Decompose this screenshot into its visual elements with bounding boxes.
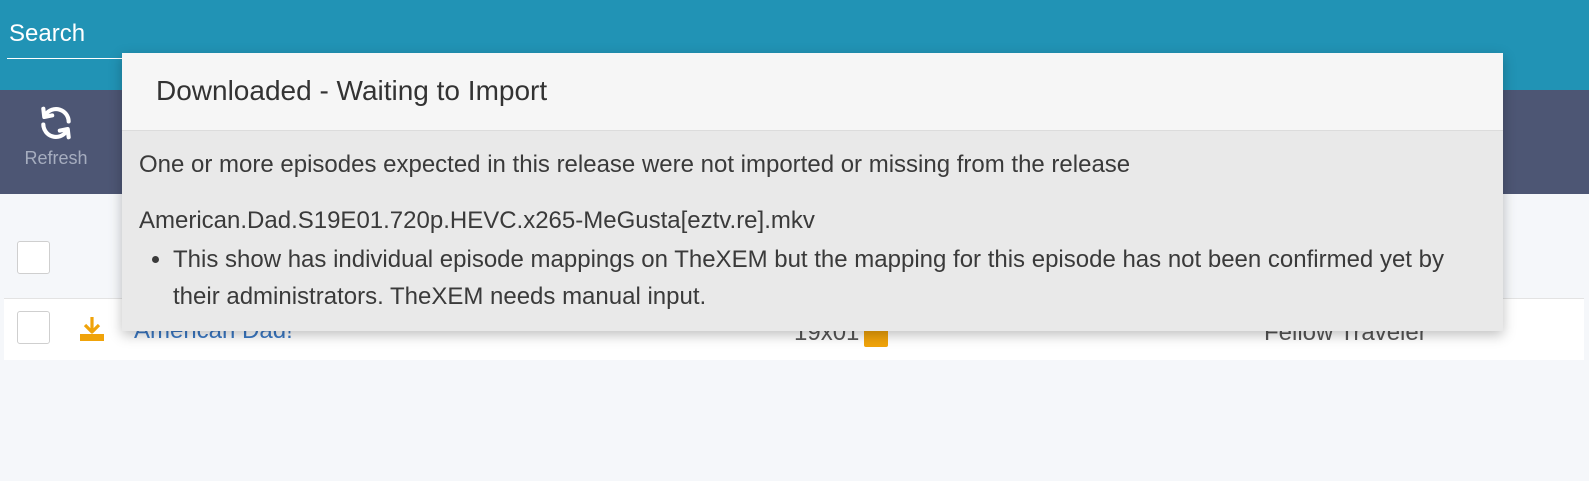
refresh-icon	[41, 106, 71, 140]
reason-list: This show has individual episode mapping…	[139, 241, 1483, 315]
popover-title: Downloaded - Waiting to Import	[156, 75, 548, 106]
select-all-checkbox[interactable]	[17, 241, 50, 274]
release-file-name: American.Dad.S19E01.720p.HEVC.x265-MeGus…	[139, 207, 815, 234]
reason-item: This show has individual episode mapping…	[173, 241, 1483, 315]
refresh-button[interactable]: Refresh	[14, 98, 98, 186]
refresh-label: Refresh	[24, 148, 88, 168]
popover-header: Downloaded - Waiting to Import	[122, 53, 1503, 131]
search-input[interactable]	[9, 20, 249, 48]
row-checkbox[interactable]	[17, 311, 50, 344]
download-icon	[80, 317, 104, 341]
status-popover: Downloaded - Waiting to Import One or mo…	[122, 53, 1503, 331]
popover-message: One or more episodes expected in this re…	[139, 151, 1131, 178]
